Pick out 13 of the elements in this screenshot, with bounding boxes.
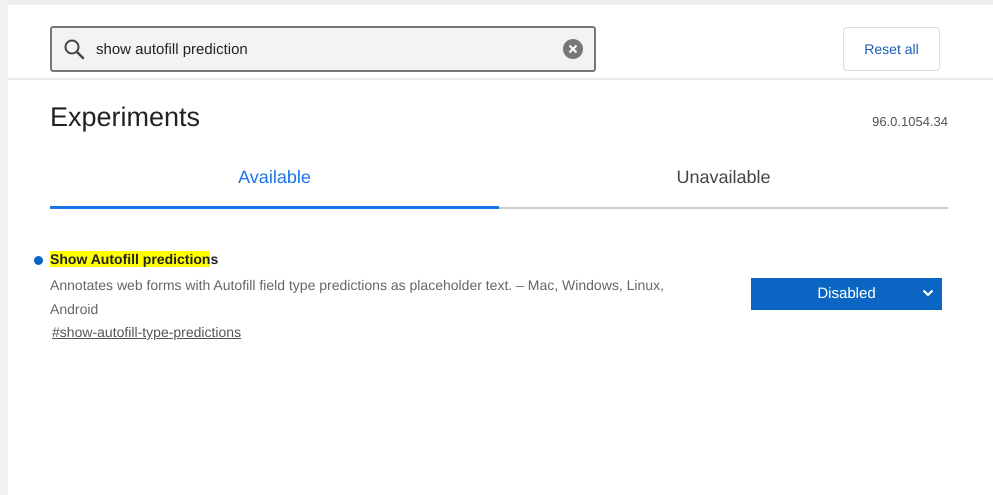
tab[interactable]: Available <box>50 151 499 209</box>
tab[interactable]: Unavailable <box>499 151 948 209</box>
experiment-title: Show Autofill predictions <box>50 251 220 267</box>
version-label: 96.0.1054.34 <box>872 114 948 129</box>
experiment-link[interactable]: #show-autofill-type-predictions <box>52 324 242 340</box>
search-icon <box>63 38 85 60</box>
chevron-icon <box>922 288 934 296</box>
reset-all-button[interactable]: Reset all <box>843 27 940 71</box>
page-title: Experiments <box>50 102 200 133</box>
experiment-description: Annotates web forms with Autofill field type predictions as placeholder text. – Mac, Windows, Linux, Android <box>50 276 665 319</box>
clear-icon[interactable] <box>563 39 583 59</box>
search-field[interactable]: show autofill prediction <box>50 26 596 72</box>
state-dropdown[interactable]: Disabled <box>751 278 942 310</box>
